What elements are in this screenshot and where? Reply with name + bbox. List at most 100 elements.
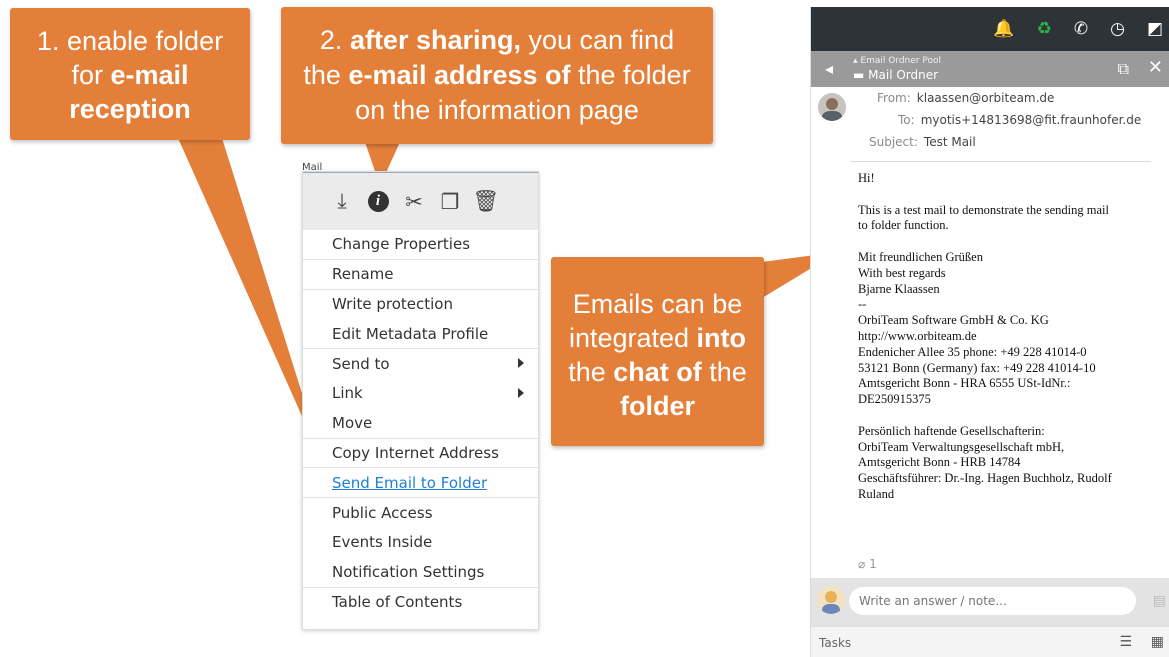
menu-item-move[interactable]: Move — [303, 409, 538, 439]
trash-icon[interactable]: 🗑 — [473, 189, 500, 214]
folder-title-label: Mail Ordner — [868, 68, 939, 82]
callout-text: the — [568, 357, 614, 387]
mail-greeting: Hi! — [858, 171, 875, 185]
to-label: To: — [898, 113, 915, 127]
mail-text: OrbiTeam Software GmbH & Co. KG — [858, 313, 1049, 328]
task-list-icon[interactable]: ☰ — [1119, 634, 1132, 650]
top-toolbar: 🔔 ♻ ✆ ◷ ◩ — [811, 7, 1169, 51]
callout-text-bold: chat of — [613, 357, 702, 387]
download-icon[interactable]: ⤓ — [331, 189, 353, 214]
subject-row: Subject: Test Mail — [869, 135, 976, 149]
callout-text: the folder — [570, 60, 691, 90]
paperclip-icon: ⌀ — [858, 557, 866, 571]
to-row: To: myotis+14813698@fit.fraunhofer.de — [898, 113, 1141, 127]
menu-item-label: Events Inside — [332, 533, 433, 552]
menu-item-change-properties[interactable]: Change Properties — [303, 230, 538, 260]
reply-bar: ▤ — [811, 578, 1169, 626]
menu-toolbar: ⤓ i ✂ ❐ 🗑 — [303, 172, 538, 230]
mail-text: Mit freundlichen Grüßen — [858, 249, 983, 264]
callout-text: the — [701, 357, 747, 387]
submenu-arrow-icon — [518, 387, 524, 398]
mail-signature: Mit freundlichen Grüßen With best regard… — [858, 250, 1158, 408]
menu-item-send-email-to-folder[interactable]: Send Email to Folder — [303, 468, 538, 499]
send-icon[interactable]: ▤ — [1153, 593, 1166, 609]
mail-text: -- — [858, 297, 867, 312]
menu-item-label: Change Properties — [332, 235, 471, 254]
phone-icon[interactable]: ✆ — [1074, 19, 1088, 39]
folder-header-bar: ◂ ▴ Email Ordner Pool ▬ Mail Ordner ⧉ ✕ — [811, 51, 1169, 87]
folder-title: ▬ Mail Ordner — [853, 68, 938, 82]
sync-icon[interactable]: ♻ — [1037, 19, 1052, 39]
callout-text-bold: into — [696, 323, 747, 353]
mail-text: This is a test mail to demonstrate the s… — [858, 202, 1109, 217]
mail-text: to folder function. — [858, 218, 949, 233]
callout-text: the — [303, 60, 349, 90]
mail-text: Amtsgericht Bonn - HRA 6555 USt-IdNr.: — [858, 376, 1071, 391]
context-menu: ⤓ i ✂ ❐ 🗑 Change Properties Rename Write… — [302, 171, 539, 630]
clock-icon[interactable]: ◷ — [1110, 19, 1125, 39]
from-label: From: — [877, 91, 911, 105]
cut-icon[interactable]: ✂ — [403, 190, 425, 214]
attachment-count: 1 — [869, 557, 877, 571]
mail-text: Geschäftsführer: Dr.-Ing. Hagen Buchholz… — [858, 471, 1112, 486]
menu-item-write-protection[interactable]: Write protection — [303, 290, 538, 320]
reply-input[interactable] — [849, 587, 1136, 615]
menu-item-events-inside[interactable]: Events Inside — [303, 528, 538, 558]
from-row: From: klaassen@orbiteam.de — [877, 91, 1054, 105]
callout-text-bold: e-mail — [110, 60, 189, 90]
close-icon[interactable]: ✕ — [1148, 57, 1163, 78]
callout-text-bold: after sharing, — [349, 25, 521, 55]
callout-text: 1. — [36, 26, 60, 56]
copy-icon[interactable]: ❐ — [439, 190, 461, 214]
callout-text-bold: e-mail address of — [348, 60, 571, 90]
subject-value: Test Mail — [923, 135, 976, 149]
info-icon[interactable]: i — [367, 190, 389, 214]
bell-icon[interactable]: 🔔 — [993, 19, 1014, 39]
mail-text: Persönlich haftende Gesellschafterin: — [858, 423, 1045, 438]
menu-item-label: Move — [332, 414, 373, 433]
open-external-icon[interactable]: ⧉ — [1118, 59, 1129, 79]
mail-body: Hi! This is a test mail to demonstrate t… — [858, 171, 1158, 519]
callout-emails-integrated: Emails can be integrated into the chat o… — [551, 257, 764, 446]
menu-item-label: Rename — [332, 265, 394, 284]
breadcrumb[interactable]: ▴ Email Ordner Pool — [853, 56, 941, 66]
avatar[interactable] — [818, 93, 846, 121]
callout-text: enable folder — [59, 26, 224, 56]
to-value: myotis+14813698@fit.fraunhofer.de — [920, 113, 1142, 127]
mail-text: Amtsgericht Bonn - HRB 14784 — [858, 455, 1021, 470]
menu-item-public-access[interactable]: Public Access — [303, 498, 538, 528]
from-value: klaassen@orbiteam.de — [916, 91, 1055, 105]
menu-item-rename[interactable]: Rename — [303, 260, 538, 290]
mail-text: Ruland — [858, 486, 895, 501]
folder-icon: ▬ — [853, 68, 869, 82]
calendar-icon[interactable]: ▦ — [1151, 634, 1164, 650]
mail-legal: Persönlich haftende Gesellschafterin: Or… — [858, 424, 1158, 503]
menu-item-table-of-contents[interactable]: Table of Contents — [303, 588, 538, 618]
menu-item-copy-internet-address[interactable]: Copy Internet Address — [303, 439, 538, 469]
callout-text: you can find — [520, 25, 675, 55]
callout-text: on the information page — [355, 95, 639, 125]
mail-text: With best regards — [858, 265, 946, 280]
menu-item-label: Write protection — [332, 294, 453, 313]
menu-item-send-to[interactable]: Send to — [303, 349, 538, 379]
mail-text: OrbiTeam Verwaltungsgesellschaft mbH, — [858, 439, 1065, 454]
tasks-label[interactable]: Tasks — [819, 636, 851, 650]
callout-text-bold: folder — [619, 391, 695, 421]
back-icon[interactable]: ◂ — [825, 59, 833, 78]
menu-item-label: Send to — [332, 354, 390, 373]
menu-item-label: Edit Metadata Profile — [332, 324, 489, 343]
menu-item-label: Public Access — [332, 503, 433, 522]
mail-text: Endenicher Allee 35 phone: +49 228 41014… — [858, 344, 1087, 359]
divider — [851, 161, 1151, 162]
document-icon[interactable]: ◩ — [1147, 19, 1163, 39]
menu-item-link[interactable]: Link — [303, 379, 538, 409]
submenu-arrow-icon — [518, 358, 524, 369]
menu-item-notification-settings[interactable]: Notification Settings — [303, 558, 538, 588]
menu-item-label: Send Email to Folder — [332, 473, 488, 492]
menu-item-edit-metadata-profile[interactable]: Edit Metadata Profile — [303, 319, 538, 350]
tasks-bar: Tasks ☰ ▦ — [811, 626, 1169, 657]
attachment-indicator[interactable]: ⌀ 1 — [858, 557, 877, 571]
user-avatar-image — [822, 591, 840, 614]
callout-text: Emails can be — [572, 289, 743, 319]
callout-enable-folder: 1. enable folder for e-mail reception — [10, 8, 250, 140]
